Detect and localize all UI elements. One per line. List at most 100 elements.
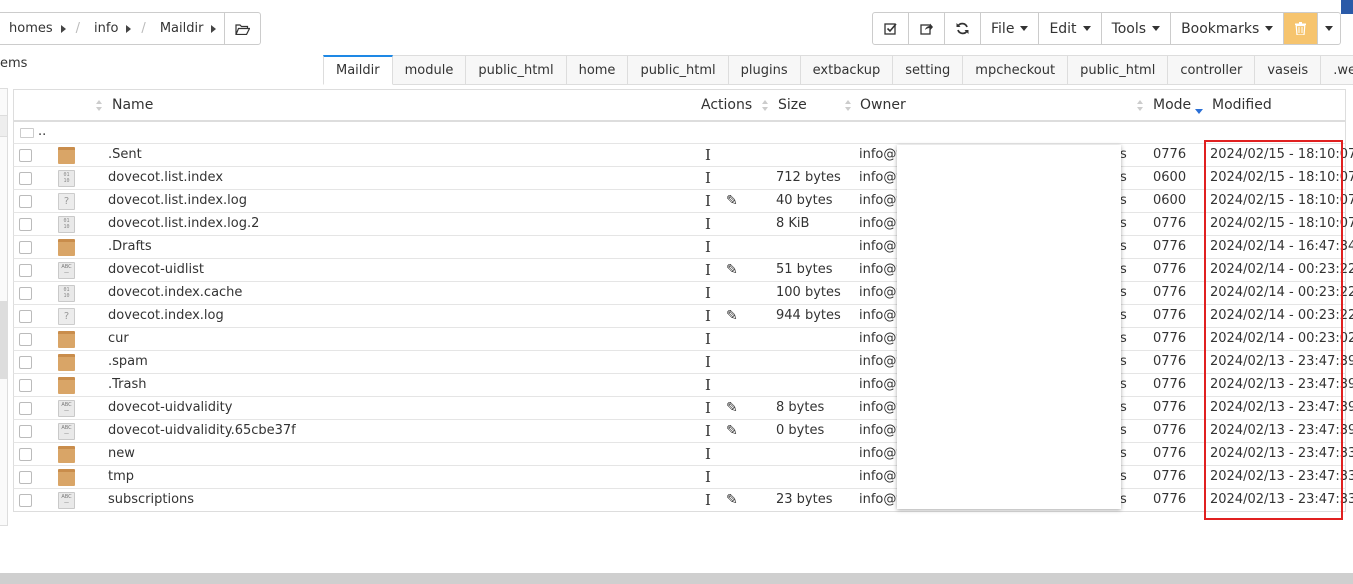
file-name[interactable]: tmp	[108, 469, 134, 484]
row-checkbox[interactable]	[19, 287, 32, 300]
file-name[interactable]: dovecot-uidvalidity.65cbe37f	[108, 423, 296, 438]
tab-public-html[interactable]: public_html	[628, 55, 729, 85]
share-button[interactable]	[909, 13, 945, 44]
edit-icon[interactable]: ✎	[726, 400, 738, 416]
file-name[interactable]: dovecot.list.index.log	[108, 193, 247, 208]
table-row[interactable]: new Iinfo@t s 0776 2024/02/13 - 23:47:33	[13, 443, 1353, 466]
table-row[interactable]: 01 10 dovecot.index.cache I 100 bytes info@t s…	[13, 282, 1353, 305]
file-name[interactable]: .Drafts	[108, 239, 152, 254]
file-name[interactable]: subscriptions	[108, 492, 194, 507]
table-row[interactable]: tmp Iinfo@t s 0776 2024/02/13 - 23:47:33	[13, 466, 1353, 489]
rename-icon[interactable]: I	[705, 308, 711, 324]
rename-icon[interactable]: I	[705, 216, 711, 232]
edit-menu-button[interactable]: Edit	[1039, 13, 1102, 44]
tab-vaseis[interactable]: vaseis	[1255, 55, 1322, 85]
column-header-name[interactable]: Name	[112, 97, 153, 113]
row-checkbox[interactable]	[19, 195, 32, 208]
rename-icon[interactable]: I	[705, 423, 711, 439]
rename-icon[interactable]: I	[705, 354, 711, 370]
more-options-button[interactable]	[1318, 13, 1340, 44]
edit-icon[interactable]: ✎	[726, 308, 738, 324]
rename-icon[interactable]: I	[705, 377, 711, 393]
tab-home[interactable]: home	[566, 55, 629, 85]
edit-icon[interactable]: ✎	[726, 262, 738, 278]
column-header-modified[interactable]: Modified	[1212, 97, 1272, 113]
left-panel-item[interactable]	[0, 115, 7, 137]
file-name[interactable]: dovecot.list.index	[108, 170, 223, 185]
file-name[interactable]: cur	[108, 331, 129, 346]
tab-public-html[interactable]: public_html	[466, 55, 567, 85]
file-name[interactable]: dovecot.list.index.log.2	[108, 216, 259, 231]
table-row[interactable]: 01 10 dovecot.list.index.log.2 I 8 KiB info@t…	[13, 213, 1353, 236]
table-row[interactable]: .spam Iinfo@t s 0776 2024/02/13 - 23:47:39	[13, 351, 1353, 374]
rename-icon[interactable]: I	[705, 147, 711, 163]
tab-module[interactable]: module	[392, 55, 467, 85]
tab-setting[interactable]: setting	[893, 55, 964, 85]
row-checkbox[interactable]	[19, 379, 32, 392]
file-name[interactable]: dovecot.index.cache	[108, 285, 242, 300]
sort-desc-icon[interactable]	[1195, 100, 1203, 114]
rename-icon[interactable]: I	[705, 262, 711, 278]
rename-icon[interactable]: I	[705, 193, 711, 209]
row-checkbox[interactable]	[19, 471, 32, 484]
file-name[interactable]: .spam	[108, 354, 148, 369]
row-checkbox[interactable]	[19, 448, 32, 461]
tools-menu-button[interactable]: Tools	[1102, 13, 1172, 44]
table-row[interactable]: 01 10 dovecot.list.index I 712 bytes info@t s 0…	[13, 167, 1353, 190]
table-row[interactable]: ABC — subscriptions I ✎ 23 bytes info@t s 0776 20…	[13, 489, 1353, 512]
table-row[interactable]: ABC — dovecot-uidlist I ✎ 51 bytes info@t s 0776…	[13, 259, 1353, 282]
sort-icon[interactable]	[96, 100, 102, 112]
open-folder-button[interactable]	[224, 13, 260, 44]
refresh-button[interactable]	[945, 13, 981, 44]
rename-icon[interactable]: I	[705, 285, 711, 301]
rename-icon[interactable]: I	[705, 446, 711, 462]
tab-mpcheckout[interactable]: mpcheckout	[963, 55, 1069, 85]
file-name[interactable]: dovecot.index.log	[108, 308, 224, 323]
delete-button[interactable]	[1284, 13, 1319, 44]
file-menu-button[interactable]: File	[981, 13, 1040, 44]
select-all-button[interactable]	[873, 13, 909, 44]
row-checkbox[interactable]	[19, 241, 32, 254]
row-checkbox[interactable]	[19, 356, 32, 369]
left-panel-scrollbar[interactable]	[0, 301, 7, 379]
file-name[interactable]: .Trash	[108, 377, 147, 392]
rename-icon[interactable]: I	[705, 239, 711, 255]
row-checkbox[interactable]	[19, 402, 32, 415]
column-header-mode[interactable]: Mode	[1153, 97, 1191, 113]
table-row[interactable]: ? dovecot.list.index.log I ✎ 40 bytes info@t s…	[13, 190, 1353, 213]
table-row[interactable]: ? dovecot.index.log I ✎ 944 bytes info@t s 0776…	[13, 305, 1353, 328]
tab-webmin[interactable]: .webmin	[1321, 55, 1353, 85]
table-row[interactable]: .Trash Iinfo@t s 0776 2024/02/13 - 23:47:39	[13, 374, 1353, 397]
rename-icon[interactable]: I	[705, 492, 711, 508]
breadcrumb-item-maildir[interactable]: Maildir	[148, 13, 225, 44]
sort-icon[interactable]	[1137, 100, 1143, 112]
horizontal-scrollbar[interactable]	[0, 573, 1353, 584]
table-row[interactable]: ABC — dovecot-uidvalidity.65cbe37f I ✎ 0 byte…	[13, 420, 1353, 443]
column-header-size[interactable]: Size	[778, 97, 807, 113]
parent-directory-row[interactable]: ..	[13, 122, 1346, 144]
file-name[interactable]: dovecot-uidlist	[108, 262, 204, 277]
row-checkbox[interactable]	[19, 310, 32, 323]
breadcrumb-item-info[interactable]: info	[82, 13, 139, 44]
table-row[interactable]: ABC — dovecot-uidvalidity I ✎ 8 bytes info@t s 0…	[13, 397, 1353, 420]
edit-icon[interactable]: ✎	[726, 423, 738, 439]
tab-public-html[interactable]: public_html	[1068, 55, 1169, 85]
file-name[interactable]: .Sent	[108, 147, 142, 162]
table-row[interactable]: .Drafts Iinfo@t s 0776 2024/02/14 - 16:47:34	[13, 236, 1353, 259]
row-checkbox[interactable]	[19, 218, 32, 231]
tab-controller[interactable]: controller	[1168, 55, 1256, 85]
rename-icon[interactable]: I	[705, 400, 711, 416]
row-checkbox[interactable]	[19, 172, 32, 185]
table-row[interactable]: .Sent Iinfo@t s 0776 2024/02/15 - 18:10:07	[13, 144, 1353, 167]
file-name[interactable]: new	[108, 446, 135, 461]
breadcrumb-item-homes[interactable]: homes	[0, 13, 74, 44]
file-name[interactable]: dovecot-uidvalidity	[108, 400, 232, 415]
table-row[interactable]: cur Iinfo@t s 0776 2024/02/14 - 00:23:02	[13, 328, 1353, 351]
row-checkbox[interactable]	[19, 149, 32, 162]
row-checkbox[interactable]	[19, 333, 32, 346]
tab-plugins[interactable]: plugins	[728, 55, 801, 85]
edit-icon[interactable]: ✎	[726, 193, 738, 209]
row-checkbox[interactable]	[19, 425, 32, 438]
column-header-owner[interactable]: Owner	[860, 97, 906, 113]
rename-icon[interactable]: I	[705, 170, 711, 186]
